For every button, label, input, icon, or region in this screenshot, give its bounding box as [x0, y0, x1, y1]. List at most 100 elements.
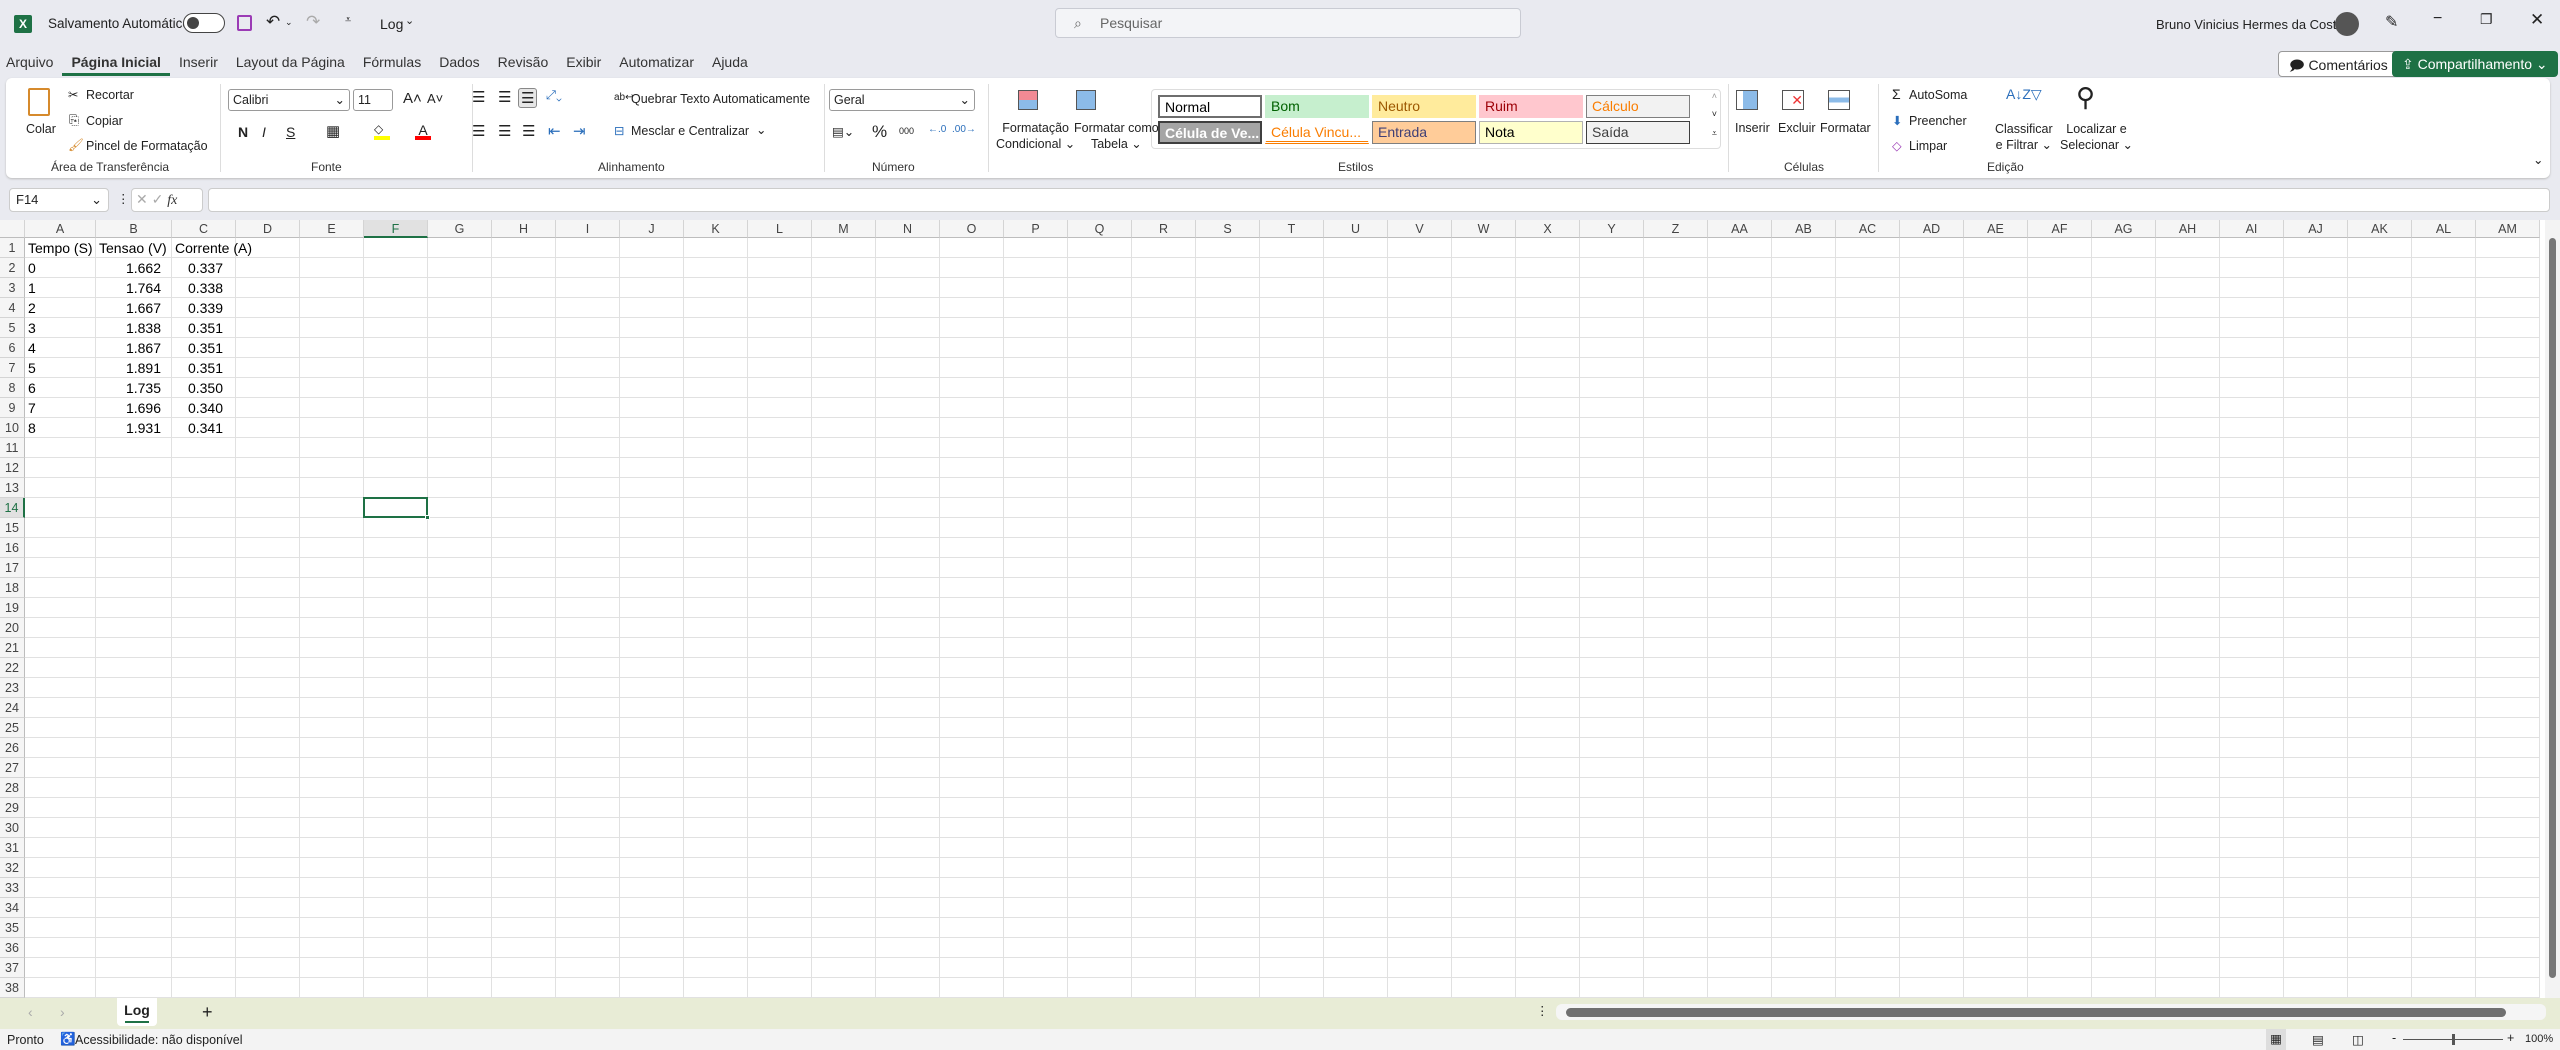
cell-H23[interactable] [492, 678, 556, 698]
cell-V4[interactable] [1388, 298, 1452, 318]
cell-AA2[interactable] [1708, 258, 1772, 278]
cell-Y8[interactable] [1580, 378, 1644, 398]
cell-T35[interactable] [1260, 918, 1324, 938]
cell-P10[interactable] [1004, 418, 1068, 438]
cell-S23[interactable] [1196, 678, 1260, 698]
cell-L15[interactable] [748, 518, 812, 538]
cell-AF4[interactable] [2028, 298, 2092, 318]
cell-W24[interactable] [1452, 698, 1516, 718]
cell-J5[interactable] [620, 318, 684, 338]
cell-H22[interactable] [492, 658, 556, 678]
cell-AK26[interactable] [2348, 738, 2412, 758]
tab-split-handle[interactable]: ⋮ [1536, 1003, 1549, 1018]
cell-S30[interactable] [1196, 818, 1260, 838]
cell-I16[interactable] [556, 538, 620, 558]
row-header-29[interactable]: 29 [0, 798, 25, 818]
cell-N38[interactable] [876, 978, 940, 998]
cell-C16[interactable] [172, 538, 236, 558]
cell-R21[interactable] [1132, 638, 1196, 658]
cell-AL38[interactable] [2412, 978, 2476, 998]
cell-AB14[interactable] [1772, 498, 1836, 518]
cell-V31[interactable] [1388, 838, 1452, 858]
cell-J17[interactable] [620, 558, 684, 578]
cell-AA27[interactable] [1708, 758, 1772, 778]
cell-R11[interactable] [1132, 438, 1196, 458]
cell-AD26[interactable] [1900, 738, 1964, 758]
cell-J31[interactable] [620, 838, 684, 858]
cell-J33[interactable] [620, 878, 684, 898]
cell-E4[interactable] [300, 298, 364, 318]
cell-C10[interactable]: 0.341 [172, 418, 236, 438]
cell-AB12[interactable] [1772, 458, 1836, 478]
cell-Z21[interactable] [1644, 638, 1708, 658]
cell-Q14[interactable] [1068, 498, 1132, 518]
cell-Q4[interactable] [1068, 298, 1132, 318]
minimize-icon[interactable]: − [2433, 10, 2442, 28]
cell-V10[interactable] [1388, 418, 1452, 438]
cell-AB37[interactable] [1772, 958, 1836, 978]
cell-AF11[interactable] [2028, 438, 2092, 458]
cell-C11[interactable] [172, 438, 236, 458]
cell-B5[interactable]: 1.838 [96, 318, 172, 338]
cell-L18[interactable] [748, 578, 812, 598]
cell-R15[interactable] [1132, 518, 1196, 538]
cell-A8[interactable]: 6 [25, 378, 96, 398]
cell-A30[interactable] [25, 818, 96, 838]
cell-W18[interactable] [1452, 578, 1516, 598]
cell-AH16[interactable] [2156, 538, 2220, 558]
select-all-corner[interactable] [0, 220, 25, 238]
cell-Z31[interactable] [1644, 838, 1708, 858]
cell-AL12[interactable] [2412, 458, 2476, 478]
cell-AG6[interactable] [2092, 338, 2156, 358]
cell-AF23[interactable] [2028, 678, 2092, 698]
cell-AH22[interactable] [2156, 658, 2220, 678]
cell-Z20[interactable] [1644, 618, 1708, 638]
cell-J29[interactable] [620, 798, 684, 818]
cell-E32[interactable] [300, 858, 364, 878]
cell-AF33[interactable] [2028, 878, 2092, 898]
cell-X31[interactable] [1516, 838, 1580, 858]
cell-AB32[interactable] [1772, 858, 1836, 878]
cell-D3[interactable] [236, 278, 300, 298]
cell-S32[interactable] [1196, 858, 1260, 878]
cell-Y28[interactable] [1580, 778, 1644, 798]
cell-S18[interactable] [1196, 578, 1260, 598]
cell-D37[interactable] [236, 958, 300, 978]
cell-Y20[interactable] [1580, 618, 1644, 638]
cell-P27[interactable] [1004, 758, 1068, 778]
cell-X5[interactable] [1516, 318, 1580, 338]
cell-X11[interactable] [1516, 438, 1580, 458]
cell-A31[interactable] [25, 838, 96, 858]
cell-I35[interactable] [556, 918, 620, 938]
cell-B13[interactable] [96, 478, 172, 498]
wrap-text-button[interactable]: Quebrar Texto Automaticamente [631, 92, 810, 106]
cell-AI19[interactable] [2220, 598, 2284, 618]
cell-Y34[interactable] [1580, 898, 1644, 918]
cell-B28[interactable] [96, 778, 172, 798]
cell-AI26[interactable] [2220, 738, 2284, 758]
cell-N28[interactable] [876, 778, 940, 798]
cell-V17[interactable] [1388, 558, 1452, 578]
autosum-button[interactable]: AutoSoma [1909, 88, 1967, 102]
cell-B12[interactable] [96, 458, 172, 478]
cell-AA34[interactable] [1708, 898, 1772, 918]
cell-AL19[interactable] [2412, 598, 2476, 618]
cell-X12[interactable] [1516, 458, 1580, 478]
cell-AD24[interactable] [1900, 698, 1964, 718]
cell-B9[interactable]: 1.696 [96, 398, 172, 418]
cell-V32[interactable] [1388, 858, 1452, 878]
cell-AB29[interactable] [1772, 798, 1836, 818]
cell-B27[interactable] [96, 758, 172, 778]
cell-AG2[interactable] [2092, 258, 2156, 278]
cell-AD14[interactable] [1900, 498, 1964, 518]
cell-AG1[interactable] [2092, 238, 2156, 258]
cell-O18[interactable] [940, 578, 1004, 598]
cell-AA19[interactable] [1708, 598, 1772, 618]
cut-button[interactable]: Recortar [86, 88, 134, 102]
cell-N20[interactable] [876, 618, 940, 638]
cell-F18[interactable] [364, 578, 428, 598]
cell-style-1[interactable]: Bom [1265, 95, 1369, 118]
cell-AH19[interactable] [2156, 598, 2220, 618]
cell-AC27[interactable] [1836, 758, 1900, 778]
cell-M38[interactable] [812, 978, 876, 998]
